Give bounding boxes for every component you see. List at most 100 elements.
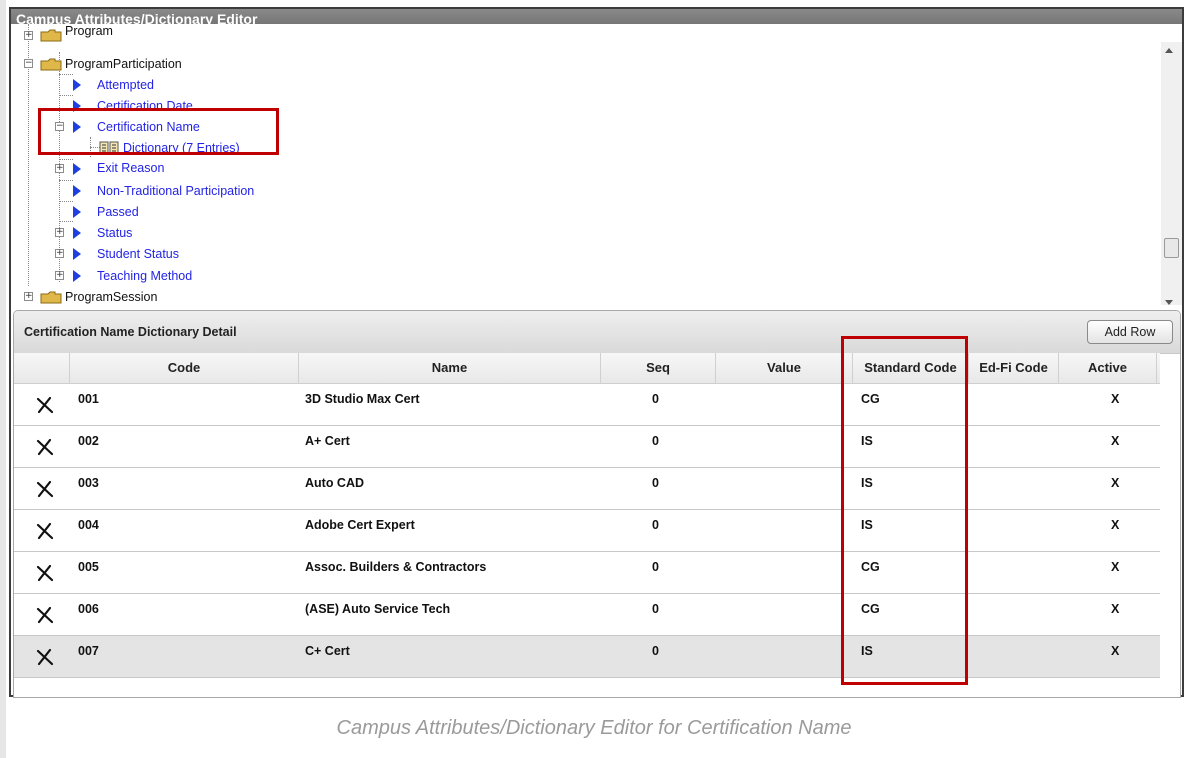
cell-name[interactable]: Adobe Cert Expert bbox=[305, 510, 415, 551]
tree-item-attempted[interactable]: Attempted bbox=[55, 75, 255, 95]
page-left-rule bbox=[0, 0, 6, 758]
cell-name[interactable]: (ASE) Auto Service Tech bbox=[305, 594, 450, 635]
tree-item-label: Passed bbox=[97, 205, 139, 219]
tree-item-label: Attempted bbox=[97, 78, 154, 92]
cell-seq[interactable]: 0 bbox=[652, 426, 659, 467]
tree-scrollbar[interactable] bbox=[1161, 42, 1182, 305]
cell-code[interactable]: 002 bbox=[78, 426, 99, 467]
delete-row-icon[interactable] bbox=[34, 436, 56, 458]
figure-caption: Campus Attributes/Dictionary Editor for … bbox=[336, 717, 852, 739]
cell-active[interactable]: X bbox=[1111, 384, 1119, 425]
tree-item-programsession[interactable]: + ProgramSession bbox=[24, 287, 224, 305]
tree-item-label: ProgramSession bbox=[65, 290, 158, 304]
add-row-button[interactable]: Add Row bbox=[1087, 320, 1173, 344]
tree-item-teaching-method[interactable]: + Teaching Method bbox=[55, 266, 255, 286]
delete-row-icon[interactable] bbox=[34, 604, 56, 626]
delete-row-icon[interactable] bbox=[34, 646, 56, 668]
cell-active[interactable]: X bbox=[1111, 510, 1119, 551]
attribute-arrow-icon bbox=[73, 227, 81, 239]
expand-icon[interactable]: + bbox=[55, 271, 64, 280]
expand-icon[interactable]: + bbox=[55, 249, 64, 258]
collapse-icon[interactable]: − bbox=[24, 59, 33, 68]
delete-row-icon[interactable] bbox=[34, 520, 56, 542]
column-header-edfi-code[interactable]: Ed-Fi Code bbox=[969, 353, 1059, 383]
highlight-box-tree bbox=[38, 108, 279, 155]
cell-code[interactable]: 004 bbox=[78, 510, 99, 551]
cell-name[interactable]: 3D Studio Max Cert bbox=[305, 384, 420, 425]
cell-code[interactable]: 006 bbox=[78, 594, 99, 635]
scroll-up-icon[interactable] bbox=[1165, 48, 1173, 53]
table-row[interactable]: 006 (ASE) Auto Service Tech 0 CG X bbox=[14, 594, 1160, 636]
attribute-arrow-icon bbox=[73, 270, 81, 282]
column-header-seq[interactable]: Seq bbox=[601, 353, 716, 383]
cell-name[interactable]: Auto CAD bbox=[305, 468, 364, 509]
expand-icon[interactable]: + bbox=[24, 292, 33, 301]
cell-active[interactable]: X bbox=[1111, 636, 1119, 677]
expand-icon[interactable]: + bbox=[55, 228, 64, 237]
tree-item-label: Teaching Method bbox=[97, 269, 193, 283]
cell-code[interactable]: 005 bbox=[78, 552, 99, 593]
folder-icon bbox=[40, 29, 62, 42]
table-row[interactable]: 003 Auto CAD 0 IS X bbox=[14, 468, 1160, 510]
cell-active[interactable]: X bbox=[1111, 552, 1119, 593]
table-header-row: Code Name Seq Value Standard Code Ed-Fi … bbox=[14, 353, 1160, 384]
table-row[interactable]: 005 Assoc. Builders & Contractors 0 CG X bbox=[14, 552, 1160, 594]
detail-header: Certification Name Dictionary Detail Add… bbox=[14, 311, 1180, 354]
attribute-arrow-icon bbox=[73, 185, 81, 197]
tree-item-status[interactable]: + Status bbox=[55, 223, 255, 243]
table-row[interactable]: 004 Adobe Cert Expert 0 IS X bbox=[14, 510, 1160, 552]
column-header-name[interactable]: Name bbox=[299, 353, 601, 383]
tree-item-non-traditional-participation[interactable]: Non-Traditional Participation bbox=[55, 181, 315, 201]
cell-code[interactable]: 007 bbox=[78, 636, 99, 677]
tree-item-label: Program bbox=[65, 24, 113, 38]
table-row-selected[interactable]: 007 C+ Cert 0 IS X bbox=[14, 636, 1160, 678]
cell-seq[interactable]: 0 bbox=[652, 384, 659, 425]
expand-icon[interactable]: + bbox=[24, 31, 33, 40]
cell-active[interactable]: X bbox=[1111, 426, 1119, 467]
highlight-box-standard-code bbox=[841, 336, 968, 685]
tree-item-label: ProgramParticipation bbox=[65, 57, 182, 71]
cell-seq[interactable]: 0 bbox=[652, 552, 659, 593]
cell-seq[interactable]: 0 bbox=[652, 510, 659, 551]
cell-active[interactable]: X bbox=[1111, 468, 1119, 509]
cell-name[interactable]: A+ Cert bbox=[305, 426, 350, 467]
tree-item-label: Student Status bbox=[97, 247, 180, 261]
attribute-arrow-icon bbox=[73, 248, 81, 260]
tree-item-programparticipation[interactable]: − ProgramParticipation bbox=[24, 54, 244, 74]
detail-title: Certification Name Dictionary Detail bbox=[24, 325, 237, 339]
scroll-thumb[interactable] bbox=[1164, 238, 1179, 258]
expand-icon[interactable]: + bbox=[55, 164, 64, 173]
attribute-arrow-icon bbox=[73, 79, 81, 91]
attribute-arrow-icon bbox=[73, 206, 81, 218]
column-header-active[interactable]: Active bbox=[1059, 353, 1157, 383]
folder-icon bbox=[40, 291, 62, 304]
column-header-value[interactable]: Value bbox=[716, 353, 853, 383]
delete-row-icon[interactable] bbox=[34, 562, 56, 584]
column-header-code[interactable]: Code bbox=[70, 353, 299, 383]
tree-item-label: Non-Traditional Participation bbox=[97, 184, 255, 198]
table-row[interactable]: 001 3D Studio Max Cert 0 CG X bbox=[14, 384, 1160, 426]
attribute-arrow-icon bbox=[73, 163, 81, 175]
tree-item-passed[interactable]: Passed bbox=[55, 202, 255, 222]
cell-seq[interactable]: 0 bbox=[652, 594, 659, 635]
cell-code[interactable]: 003 bbox=[78, 468, 99, 509]
folder-icon bbox=[40, 58, 62, 71]
table-row[interactable]: 002 A+ Cert 0 IS X bbox=[14, 426, 1160, 468]
cell-active[interactable]: X bbox=[1111, 594, 1119, 635]
tree-item-program[interactable]: + Program bbox=[24, 24, 224, 46]
delete-row-icon[interactable] bbox=[34, 394, 56, 416]
column-header-delete bbox=[14, 353, 70, 383]
cell-code[interactable]: 001 bbox=[78, 384, 99, 425]
tree-item-student-status[interactable]: + Student Status bbox=[55, 244, 255, 264]
dictionary-detail-panel: Certification Name Dictionary Detail Add… bbox=[13, 310, 1181, 698]
cell-name[interactable]: Assoc. Builders & Contractors bbox=[305, 552, 486, 593]
cell-seq[interactable]: 0 bbox=[652, 636, 659, 677]
tree-item-label: Status bbox=[97, 226, 133, 240]
cell-seq[interactable]: 0 bbox=[652, 468, 659, 509]
tree-item-exit-reason[interactable]: + Exit Reason bbox=[55, 160, 255, 180]
cell-name[interactable]: C+ Cert bbox=[305, 636, 350, 677]
scroll-down-icon[interactable] bbox=[1165, 300, 1173, 305]
attribute-tree: + Program − ProgramParticipation Attempt… bbox=[11, 24, 1182, 305]
delete-row-icon[interactable] bbox=[34, 478, 56, 500]
tree-item-label: Exit Reason bbox=[97, 161, 165, 175]
